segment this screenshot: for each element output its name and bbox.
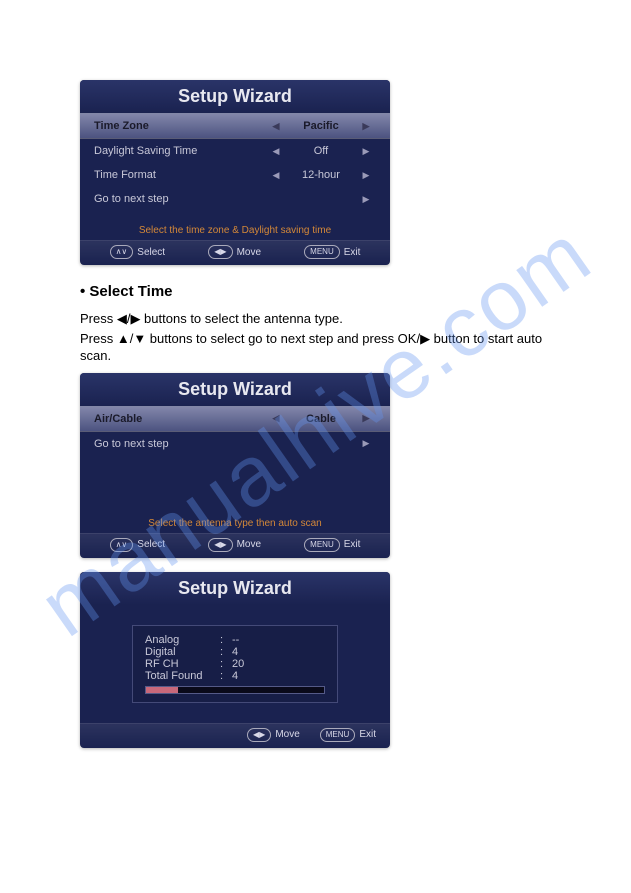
leftright-icon: ◀▶ (208, 245, 232, 259)
value: 12-hour (286, 169, 356, 181)
footer-select: ∧∨ Select (110, 538, 166, 552)
label: Move (275, 729, 299, 740)
row-air-cable[interactable]: Air/Cable ◀ Cable ▶ (80, 406, 390, 432)
label: Time Zone (94, 120, 266, 132)
footer-move: ◀▶ Move (208, 538, 261, 552)
footer-select: ∧∨ Select (110, 245, 166, 259)
label: Select (137, 247, 165, 258)
value: 4 (232, 670, 325, 682)
footer-move: ◀▶ Move (247, 728, 300, 742)
row-time-format[interactable]: Time Format ◀ 12-hour ▶ (80, 163, 390, 187)
screen3-title: Setup Wizard (80, 572, 390, 605)
section-heading: • Select Time (80, 283, 551, 300)
right-arrow-icon[interactable]: ▶ (356, 194, 376, 205)
footer-move: ◀▶ Move (208, 245, 261, 259)
scan-row-analog: Analog : -- (145, 634, 325, 646)
setup-wizard-screen-time: Setup Wizard Time Zone ◀ Pacific ▶ Dayli… (80, 80, 390, 265)
label: Go to next step (94, 438, 266, 450)
label: Analog (145, 634, 220, 646)
right-arrow-icon[interactable]: ▶ (356, 121, 376, 132)
setup-wizard-screen-antenna: Setup Wizard Air/Cable ◀ Cable ▶ Go to n… (80, 373, 390, 558)
row-next-step[interactable]: Go to next step ▶ (80, 187, 390, 211)
leftright-icon: ◀▶ (208, 538, 232, 552)
footer-bar: ∧∨ Select ◀▶ Move MENU Exit (80, 533, 390, 558)
menu-icon: MENU (304, 538, 340, 552)
label: Time Format (94, 169, 266, 181)
setup-wizard-screen-scan: Setup Wizard Analog : -- Digital : 4 RF … (80, 572, 390, 748)
value: 20 (232, 658, 325, 670)
right-arrow-icon[interactable]: ▶ (356, 413, 376, 424)
footer-bar: ∧∨ Select ◀▶ Move MENU Exit (80, 240, 390, 265)
label: RF CH (145, 658, 220, 670)
scan-row-total: Total Found : 4 (145, 670, 325, 682)
right-arrow-icon[interactable]: ▶ (356, 146, 376, 157)
label: Go to next step (94, 193, 266, 205)
footer-exit: MENU Exit (304, 245, 360, 259)
label: Total Found (145, 670, 220, 682)
label: Exit (344, 539, 361, 550)
left-arrow-icon[interactable]: ◀ (266, 121, 286, 132)
left-arrow-icon[interactable]: ◀ (266, 146, 286, 157)
label: Air/Cable (94, 413, 266, 425)
left-arrow-icon[interactable]: ◀ (266, 170, 286, 181)
scan-status-box: Analog : -- Digital : 4 RF CH : 20 Total… (132, 625, 338, 703)
leftright-icon: ◀▶ (247, 728, 271, 742)
updown-icon: ∧∨ (110, 538, 134, 552)
label: Digital (145, 646, 220, 658)
instruction-2: Press ▲/▼ buttons to select go to next s… (80, 330, 551, 365)
value: -- (232, 634, 325, 646)
footer-exit: MENU Exit (320, 728, 376, 742)
hint-text: Select the antenna type then auto scan (80, 514, 390, 533)
footer-bar: ◀▶ Move MENU Exit (80, 723, 390, 748)
label: Exit (359, 729, 376, 740)
value: Cable (286, 413, 356, 425)
row-next-step[interactable]: Go to next step ▶ (80, 432, 390, 456)
right-arrow-icon[interactable]: ▶ (356, 438, 376, 449)
updown-icon: ∧∨ (110, 245, 134, 259)
right-arrow-icon[interactable]: ▶ (356, 170, 376, 181)
scan-row-digital: Digital : 4 (145, 646, 325, 658)
value: Off (286, 145, 356, 157)
screen2-title: Setup Wizard (80, 373, 390, 406)
menu-icon: MENU (304, 245, 340, 259)
footer-exit: MENU Exit (304, 538, 360, 552)
page: manualhive.com Setup Wizard Time Zone ◀ … (0, 0, 631, 862)
left-arrow-icon[interactable]: ◀ (266, 413, 286, 424)
screen1-title: Setup Wizard (80, 80, 390, 113)
scan-progress-fill (146, 687, 178, 693)
label: Move (237, 539, 261, 550)
value: Pacific (286, 120, 356, 132)
scan-row-rfch: RF CH : 20 (145, 658, 325, 670)
hint-text: Select the time zone & Daylight saving t… (80, 221, 390, 240)
scan-progress-bar (145, 686, 325, 694)
row-time-zone[interactable]: Time Zone ◀ Pacific ▶ (80, 113, 390, 139)
label: Exit (344, 247, 361, 258)
label: Move (237, 247, 261, 258)
value: 4 (232, 646, 325, 658)
instruction-1: Press ◀/▶ buttons to select the antenna … (80, 310, 551, 328)
row-dst[interactable]: Daylight Saving Time ◀ Off ▶ (80, 139, 390, 163)
menu-icon: MENU (320, 728, 356, 742)
label: Daylight Saving Time (94, 145, 266, 157)
label: Select (137, 539, 165, 550)
